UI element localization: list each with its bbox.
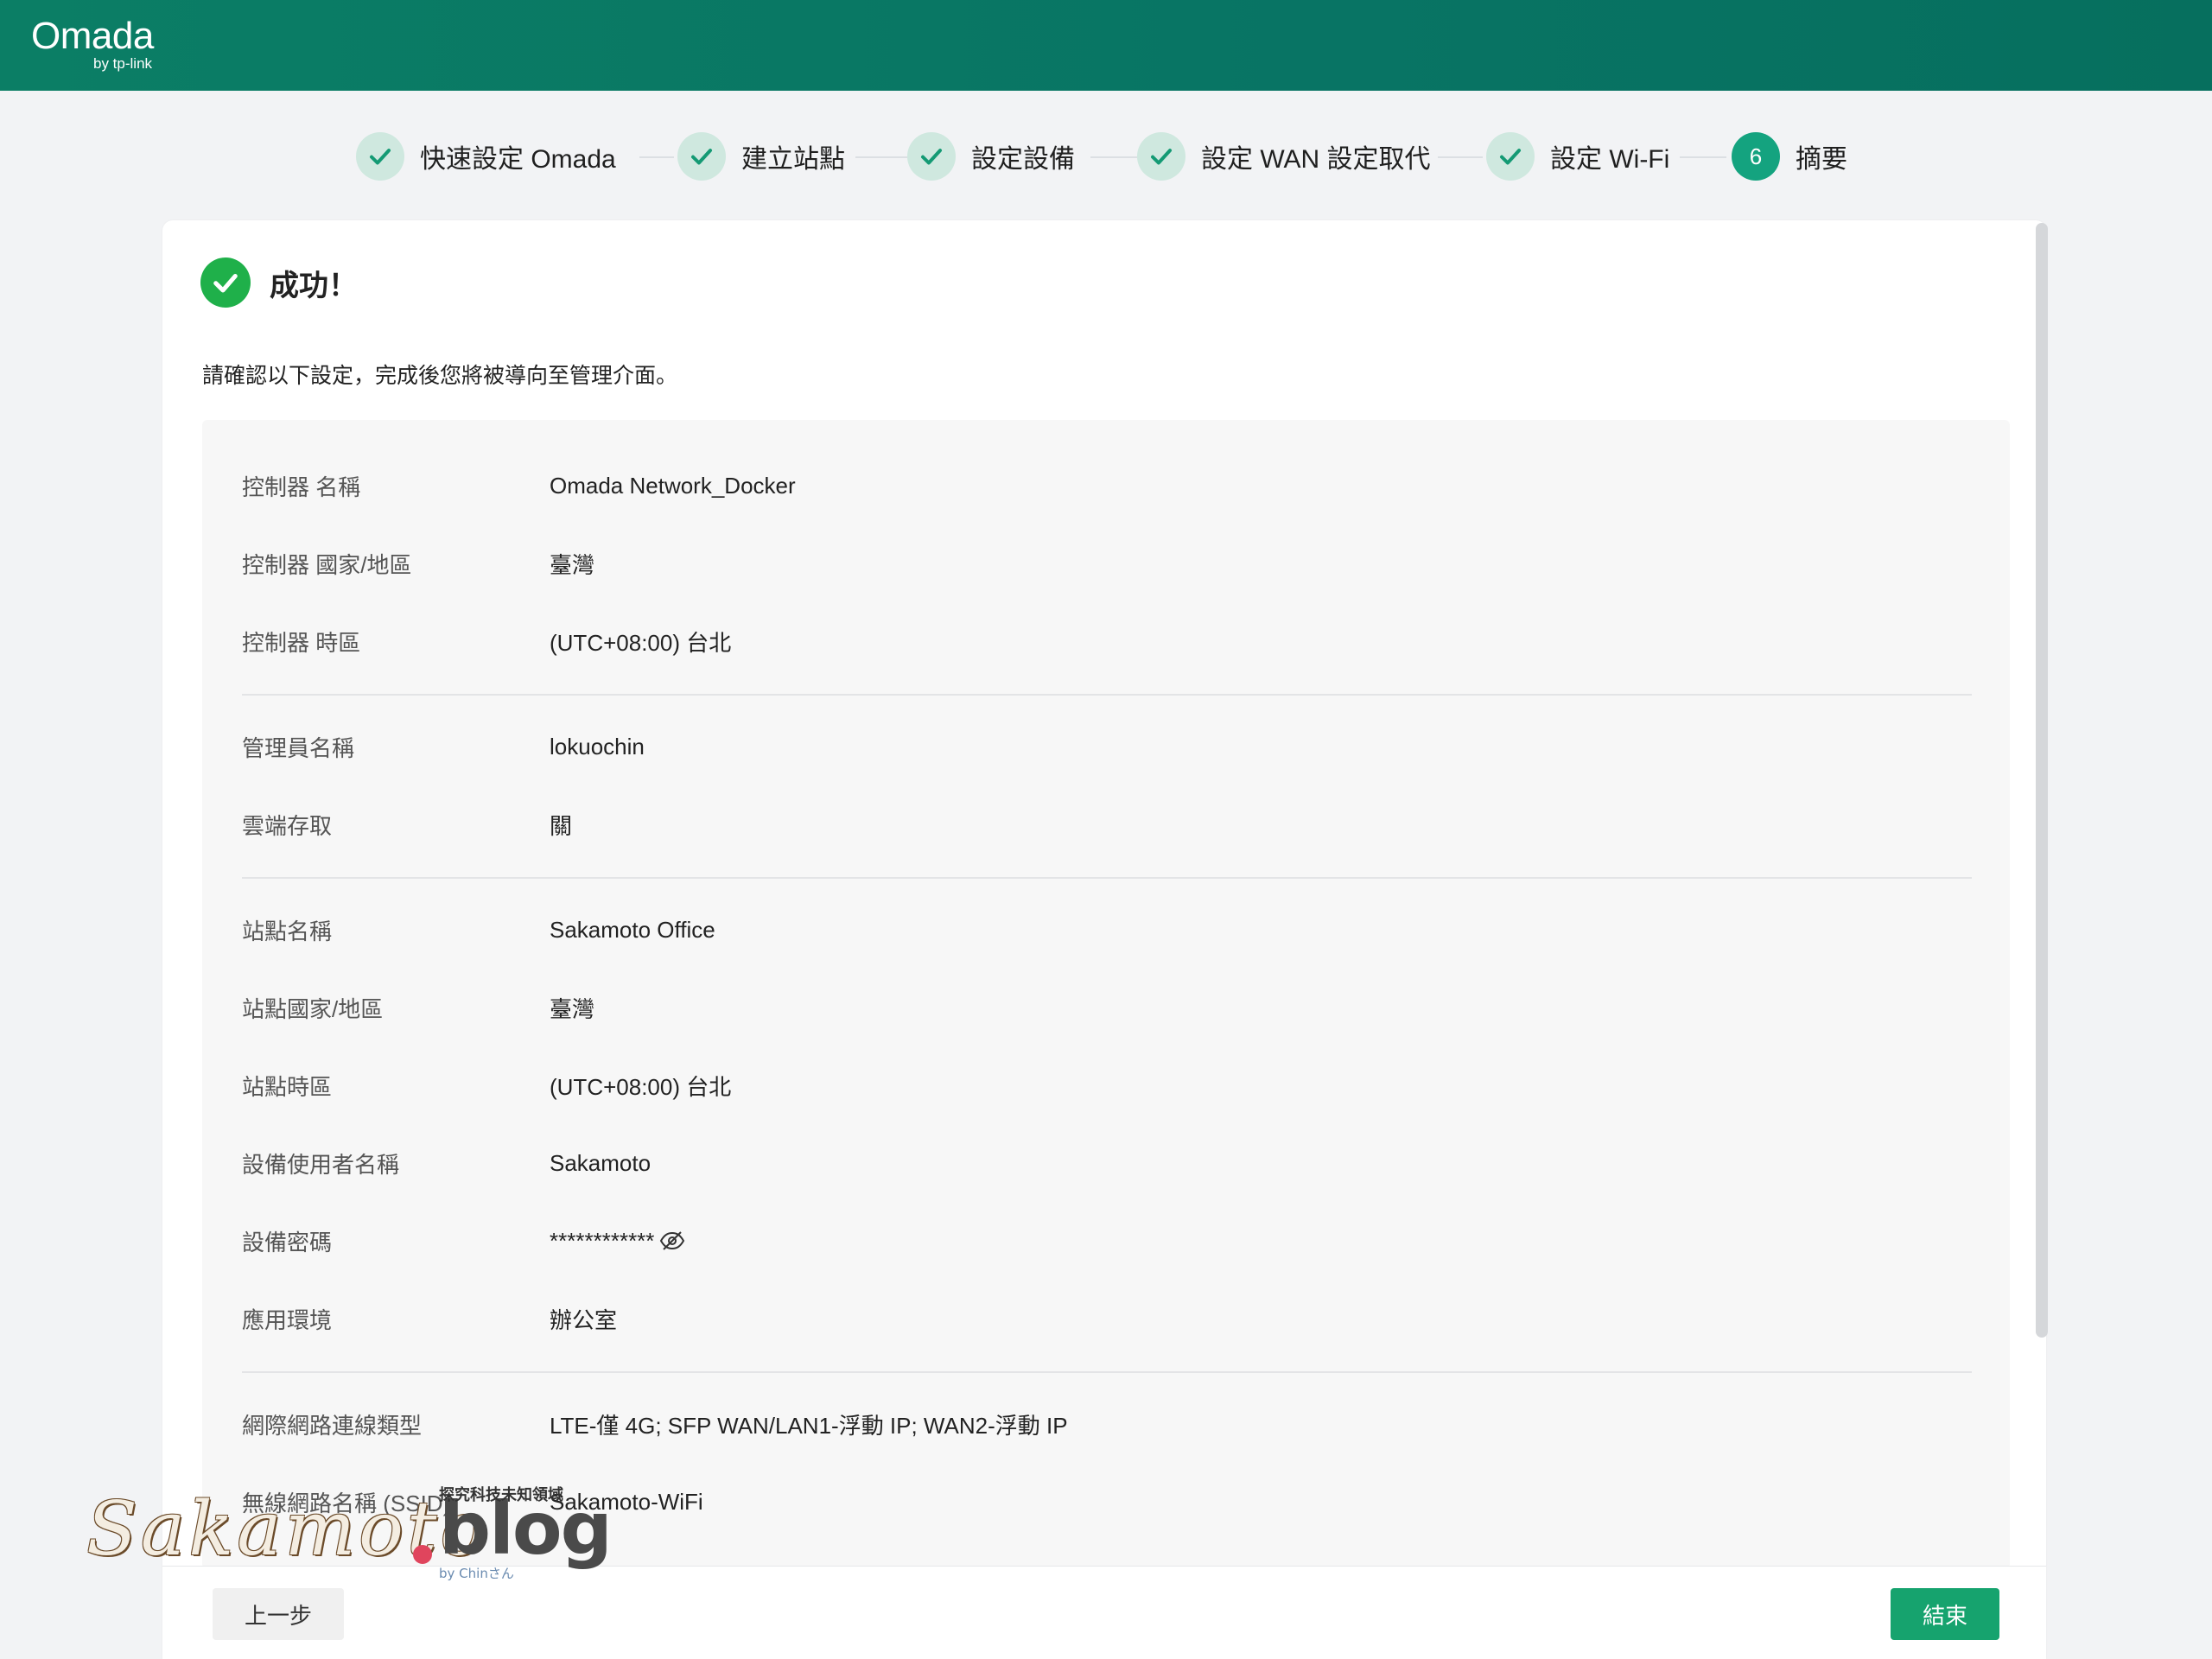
success-header: 成功！ (200, 257, 358, 308)
step-create-site: 建立站點 (677, 130, 845, 182)
check-icon (1486, 132, 1535, 181)
step-configure-wan: 設定 WAN 設定取代 (1137, 130, 1431, 182)
check-icon (356, 132, 404, 181)
summary-row-environment: 應用環境 辦公室 (242, 1301, 617, 1336)
step-connector (1438, 156, 1483, 158)
scrollbar[interactable] (2036, 223, 2048, 1338)
summary-panel: 控制器 名稱 Omada Network_Docker 控制器 國家/地區 臺灣… (202, 420, 2010, 1569)
step-number: 6 (1732, 132, 1780, 181)
row-value: 臺灣 (550, 551, 595, 578)
row-label: 站點國家/地區 (242, 995, 384, 1022)
summary-row-site-name: 站點名稱 Sakamoto Office (242, 912, 715, 947)
check-icon (1137, 132, 1185, 181)
row-label: 雲端存取 (242, 812, 333, 839)
logo-text: Omada (31, 15, 154, 57)
step-summary: 6 摘要 (1732, 130, 1847, 182)
summary-row-site-timezone: 站點時區 (UTC+08:00) 台北 (242, 1068, 731, 1103)
finish-button[interactable]: 結束 (1891, 1588, 1999, 1640)
watermark-tagline: 探究科技未知領域 (439, 1486, 563, 1504)
previous-button[interactable]: 上一步 (213, 1588, 344, 1640)
step-connector (855, 156, 907, 158)
summary-row-device-password: 設備密碼 ************ (242, 1224, 685, 1258)
step-label: 設定 WAN 設定取代 (1201, 145, 1431, 174)
step-label: 快速設定 Omada (420, 145, 616, 174)
setup-stepper: 快速設定 Omada 建立站點 設定設備 設定 WAN 設定取代 設定 Wi-F… (0, 125, 2212, 188)
row-value: (UTC+08:00) 台北 (550, 629, 732, 656)
omada-logo[interactable]: Omada by tp-link (31, 15, 154, 73)
row-value: 關 (550, 812, 573, 839)
row-label: 應用環境 (242, 1306, 333, 1333)
summary-row-site-country: 站點國家/地區 臺灣 (242, 990, 594, 1025)
password-mask: ************ (550, 1227, 655, 1254)
summary-row-controller-country: 控制器 國家/地區 臺灣 (242, 546, 594, 581)
step-label: 建立站點 (741, 145, 845, 174)
row-label: 管理員名稱 (242, 734, 355, 761)
summary-row-device-username: 設備使用者名稱 Sakamoto (242, 1146, 651, 1180)
row-value: (UTC+08:00) 台北 (550, 1073, 732, 1100)
row-label: 站點名稱 (242, 918, 333, 944)
section-divider (242, 877, 1972, 879)
watermark-by: by Chinさん (439, 1566, 514, 1581)
step-configure-wifi: 設定 Wi-Fi (1486, 130, 1669, 182)
row-label: 控制器 國家/地區 (242, 551, 412, 578)
summary-description: 請確認以下設定，完成後您將被導向至管理介面。 (202, 364, 678, 388)
summary-row-cloud-access: 雲端存取 關 (242, 807, 572, 842)
row-label: 控制器 名稱 (242, 474, 361, 500)
summary-row-controller-timezone: 控制器 時區 (UTC+08:00) 台北 (242, 624, 731, 658)
step-label: 設定 Wi-Fi (1550, 145, 1670, 174)
row-value: Sakamoto (550, 1149, 652, 1176)
watermark-logo: Sakamoto blog 探究科技未知領域 by Chinさん (86, 1469, 613, 1581)
logo-subtext: by tp-link (93, 55, 153, 72)
success-check-icon (200, 257, 251, 308)
row-value: Sakamoto Office (550, 916, 715, 943)
watermark-dot (413, 1545, 432, 1564)
row-label: 設備使用者名稱 (242, 1151, 400, 1178)
summary-row-admin-name: 管理員名稱 lokuochin (242, 729, 645, 764)
row-label: 網際網路連線類型 (242, 1412, 423, 1439)
row-label: 控制器 時區 (242, 629, 361, 656)
row-value: 臺灣 (550, 995, 595, 1022)
step-configure-devices: 設定設備 (907, 130, 1075, 182)
step-connector (639, 156, 674, 158)
row-value: Omada Network_Docker (550, 472, 796, 499)
step-connector (1090, 156, 1137, 158)
section-divider (242, 1371, 1972, 1373)
summary-row-controller-name: 控制器 名稱 Omada Network_Docker (242, 468, 796, 503)
step-label: 摘要 (1796, 145, 1847, 174)
row-value: ************ (550, 1228, 685, 1255)
row-value: 辦公室 (550, 1306, 618, 1333)
check-icon (677, 132, 726, 181)
row-value: lokuochin (550, 733, 645, 760)
row-label: 站點時區 (242, 1073, 333, 1100)
summary-row-internet-type: 網際網路連線類型 LTE-僅 4G; SFP WAN/LAN1-浮動 IP; W… (242, 1407, 1068, 1441)
step-quick-setup: 快速設定 Omada (356, 130, 616, 182)
step-label: 設定設備 (971, 145, 1075, 174)
section-divider (242, 694, 1972, 696)
success-title: 成功！ (270, 269, 358, 302)
eye-off-icon[interactable] (659, 1230, 685, 1252)
row-label: 設備密碼 (242, 1229, 333, 1255)
row-value: LTE-僅 4G; SFP WAN/LAN1-浮動 IP; WAN2-浮動 IP (550, 1412, 1068, 1439)
step-connector (1680, 156, 1726, 158)
top-bar: Omada by tp-link (0, 0, 2212, 91)
check-icon (907, 132, 956, 181)
